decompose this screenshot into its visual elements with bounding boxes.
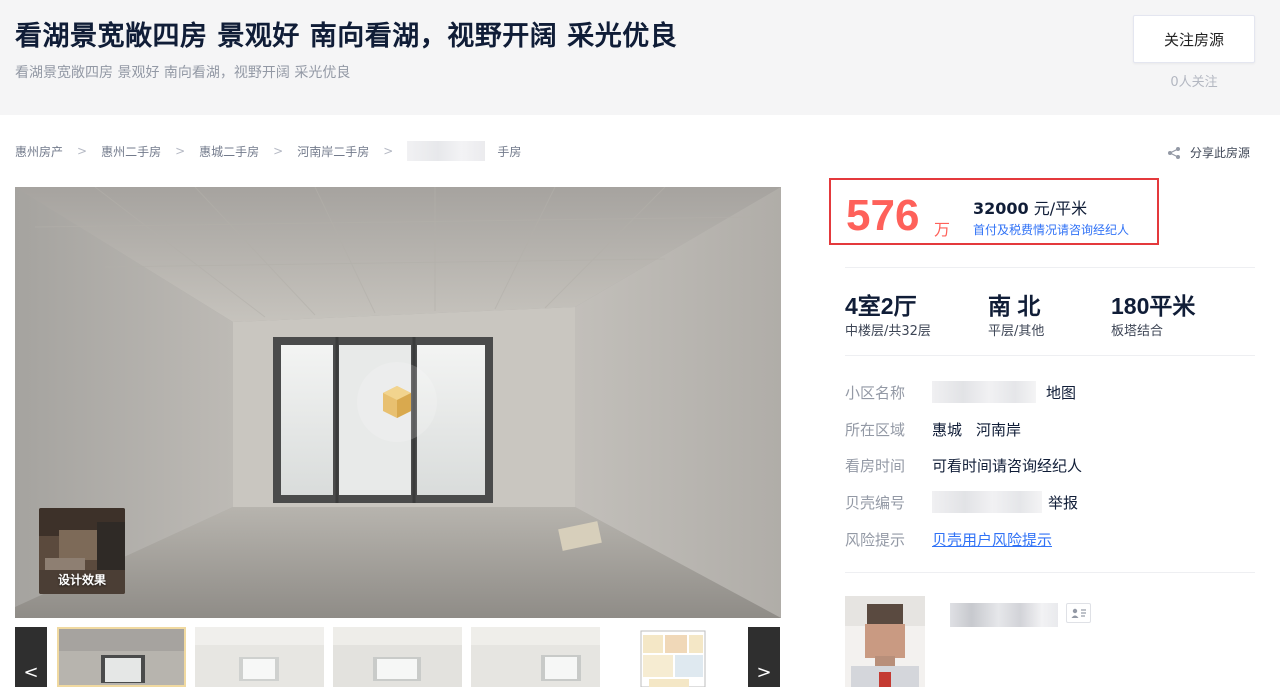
area-sub-link[interactable]: 河南岸 <box>976 419 1021 440</box>
tax-consult-link[interactable]: 首付及税费情况请咨询经纪人 <box>973 221 1129 238</box>
area-sub: 板塔结合 <box>1111 324 1164 339</box>
visit-row: 看房时间 可看时间请咨询经纪人 <box>845 454 1082 476</box>
listing-subtitle: 看湖景宽敞四房 景观好 南向看湖，视野开阔 采光优良 <box>15 65 351 81</box>
risk-row: 风险提示 贝壳用户风险提示 <box>845 528 1052 550</box>
design-effect-label: 设计效果 <box>57 573 106 587</box>
unit-price-value: 32000 <box>973 199 1029 218</box>
breadcrumb-item-huizhou-realestate[interactable]: 惠州房产 <box>15 143 63 160</box>
report-link[interactable]: 举报 <box>1048 492 1078 513</box>
follow-count: 0人关注 <box>1170 75 1218 90</box>
prev-photo-button[interactable]: < <box>15 627 47 687</box>
community-map-link[interactable]: 地图 <box>1046 382 1076 403</box>
community-row: 小区名称 地图 <box>845 381 1076 403</box>
next-photo-button[interactable]: > <box>748 627 780 687</box>
agent-avatar[interactable] <box>845 596 925 687</box>
thumbnail-item[interactable] <box>333 627 462 687</box>
unit-price-suffix: 元/平米 <box>1028 199 1088 218</box>
area-main: 180平米 <box>1111 293 1196 319</box>
breadcrumb-item-huizhou-secondhand[interactable]: 惠州二手房 <box>101 143 161 160</box>
divider <box>845 572 1255 573</box>
header-bar: 看湖景宽敞四房 景观好 南向看湖，视野开阔 采光优良 看湖景宽敞四房 景观好 南… <box>0 0 1280 115</box>
layout-sub: 中楼层/共32层 <box>845 324 931 339</box>
community-label: 小区名称 <box>845 383 906 402</box>
thumbnail-item[interactable] <box>471 627 600 687</box>
area-row: 所在区域 惠城 河南岸 <box>845 418 1021 440</box>
listing-id-row: 贝壳编号 举报 <box>845 491 1078 513</box>
breadcrumb-separator: > <box>383 144 394 158</box>
follow-listing-button[interactable]: 关注房源 <box>1133 15 1255 63</box>
visit-value: 可看时间请咨询经纪人 <box>932 456 1083 475</box>
area-label: 所在区域 <box>845 420 906 439</box>
thumbnail-item[interactable] <box>195 627 324 687</box>
design-effect-thumbnail[interactable]: 设计效果 <box>39 508 125 594</box>
breadcrumb-separator: > <box>273 144 284 158</box>
share-listing-link[interactable]: 分享此房源 <box>1166 144 1250 161</box>
floorplan-thumbnail[interactable] <box>609 627 738 687</box>
divider <box>845 355 1255 356</box>
area-district-link[interactable]: 惠城 <box>932 419 962 440</box>
total-price-unit: 万 <box>934 220 951 239</box>
breadcrumb: 惠州房产 > 惠州二手房 > 惠城二手房 > 河南岸二手房 > 手房 <box>15 141 521 161</box>
thumbnail-item[interactable] <box>57 627 186 687</box>
breadcrumb-item-community-secondhand[interactable]: 手房 <box>497 143 521 160</box>
unit-price: 32000 元/平米 <box>973 195 1087 219</box>
breadcrumb-separator: > <box>77 144 88 158</box>
breadcrumb-blurred-community <box>407 141 486 161</box>
listing-title: 看湖景宽敞四房 景观好 南向看湖，视野开阔 采光优良 <box>15 21 678 52</box>
thumbnail-strip: < > <box>15 627 781 687</box>
risk-notice-link[interactable]: 贝壳用户风险提示 <box>932 529 1052 550</box>
breadcrumb-item-huicheng-secondhand[interactable]: 惠城二手房 <box>199 143 259 160</box>
total-price: 576 <box>846 191 920 240</box>
layout-main: 4室2厅 <box>845 293 917 319</box>
share-label: 分享此房源 <box>1190 146 1251 160</box>
community-name-blurred <box>932 381 1036 403</box>
risk-label: 风险提示 <box>845 530 906 549</box>
price-highlight-box: 576 万 32000 元/平米 首付及税费情况请咨询经纪人 <box>829 178 1159 245</box>
share-icon <box>1168 146 1180 159</box>
orientation-main: 南 北 <box>988 293 1041 319</box>
breadcrumb-item-henanan-secondhand[interactable]: 河南岸二手房 <box>297 143 369 160</box>
vr-cube-icon <box>383 386 411 418</box>
divider <box>845 267 1255 268</box>
breadcrumb-separator: > <box>175 144 186 158</box>
listing-id-label: 贝壳编号 <box>845 493 906 512</box>
vr-tour-button[interactable] <box>357 362 437 442</box>
business-card-icon[interactable] <box>1066 603 1091 623</box>
listing-id-blurred <box>932 491 1042 513</box>
visit-label: 看房时间 <box>845 456 906 475</box>
agent-name-blurred <box>950 603 1058 627</box>
orientation-sub: 平层/其他 <box>988 324 1045 339</box>
